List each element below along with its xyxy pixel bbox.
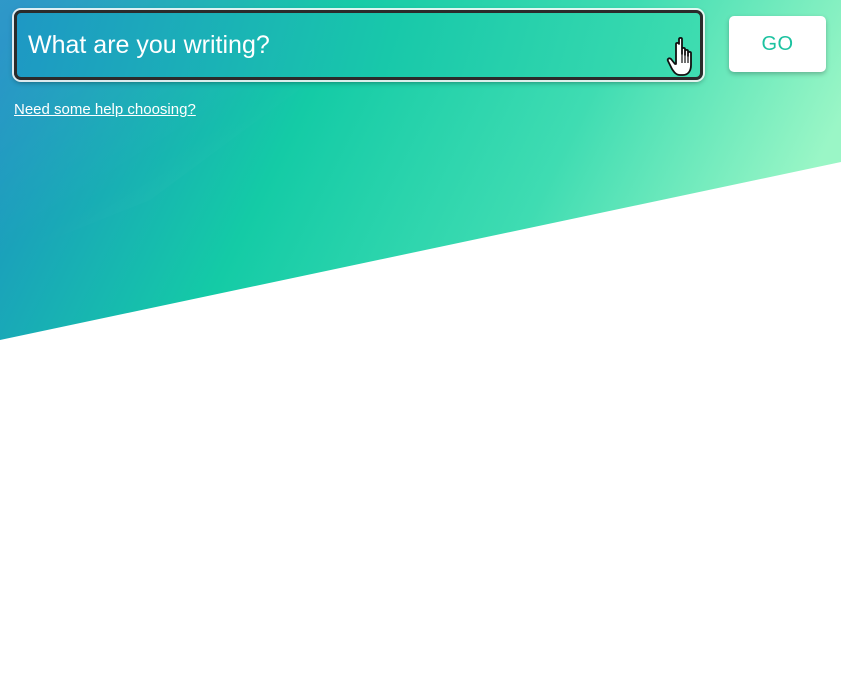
search-input[interactable] bbox=[17, 13, 700, 77]
hand-pointer-icon bbox=[666, 36, 692, 76]
help-choosing-link[interactable]: Need some help choosing? bbox=[14, 101, 196, 118]
page: GO Need some help choosing? bbox=[0, 0, 841, 692]
go-button[interactable]: GO bbox=[729, 16, 826, 72]
search-field-wrapper bbox=[14, 10, 703, 80]
